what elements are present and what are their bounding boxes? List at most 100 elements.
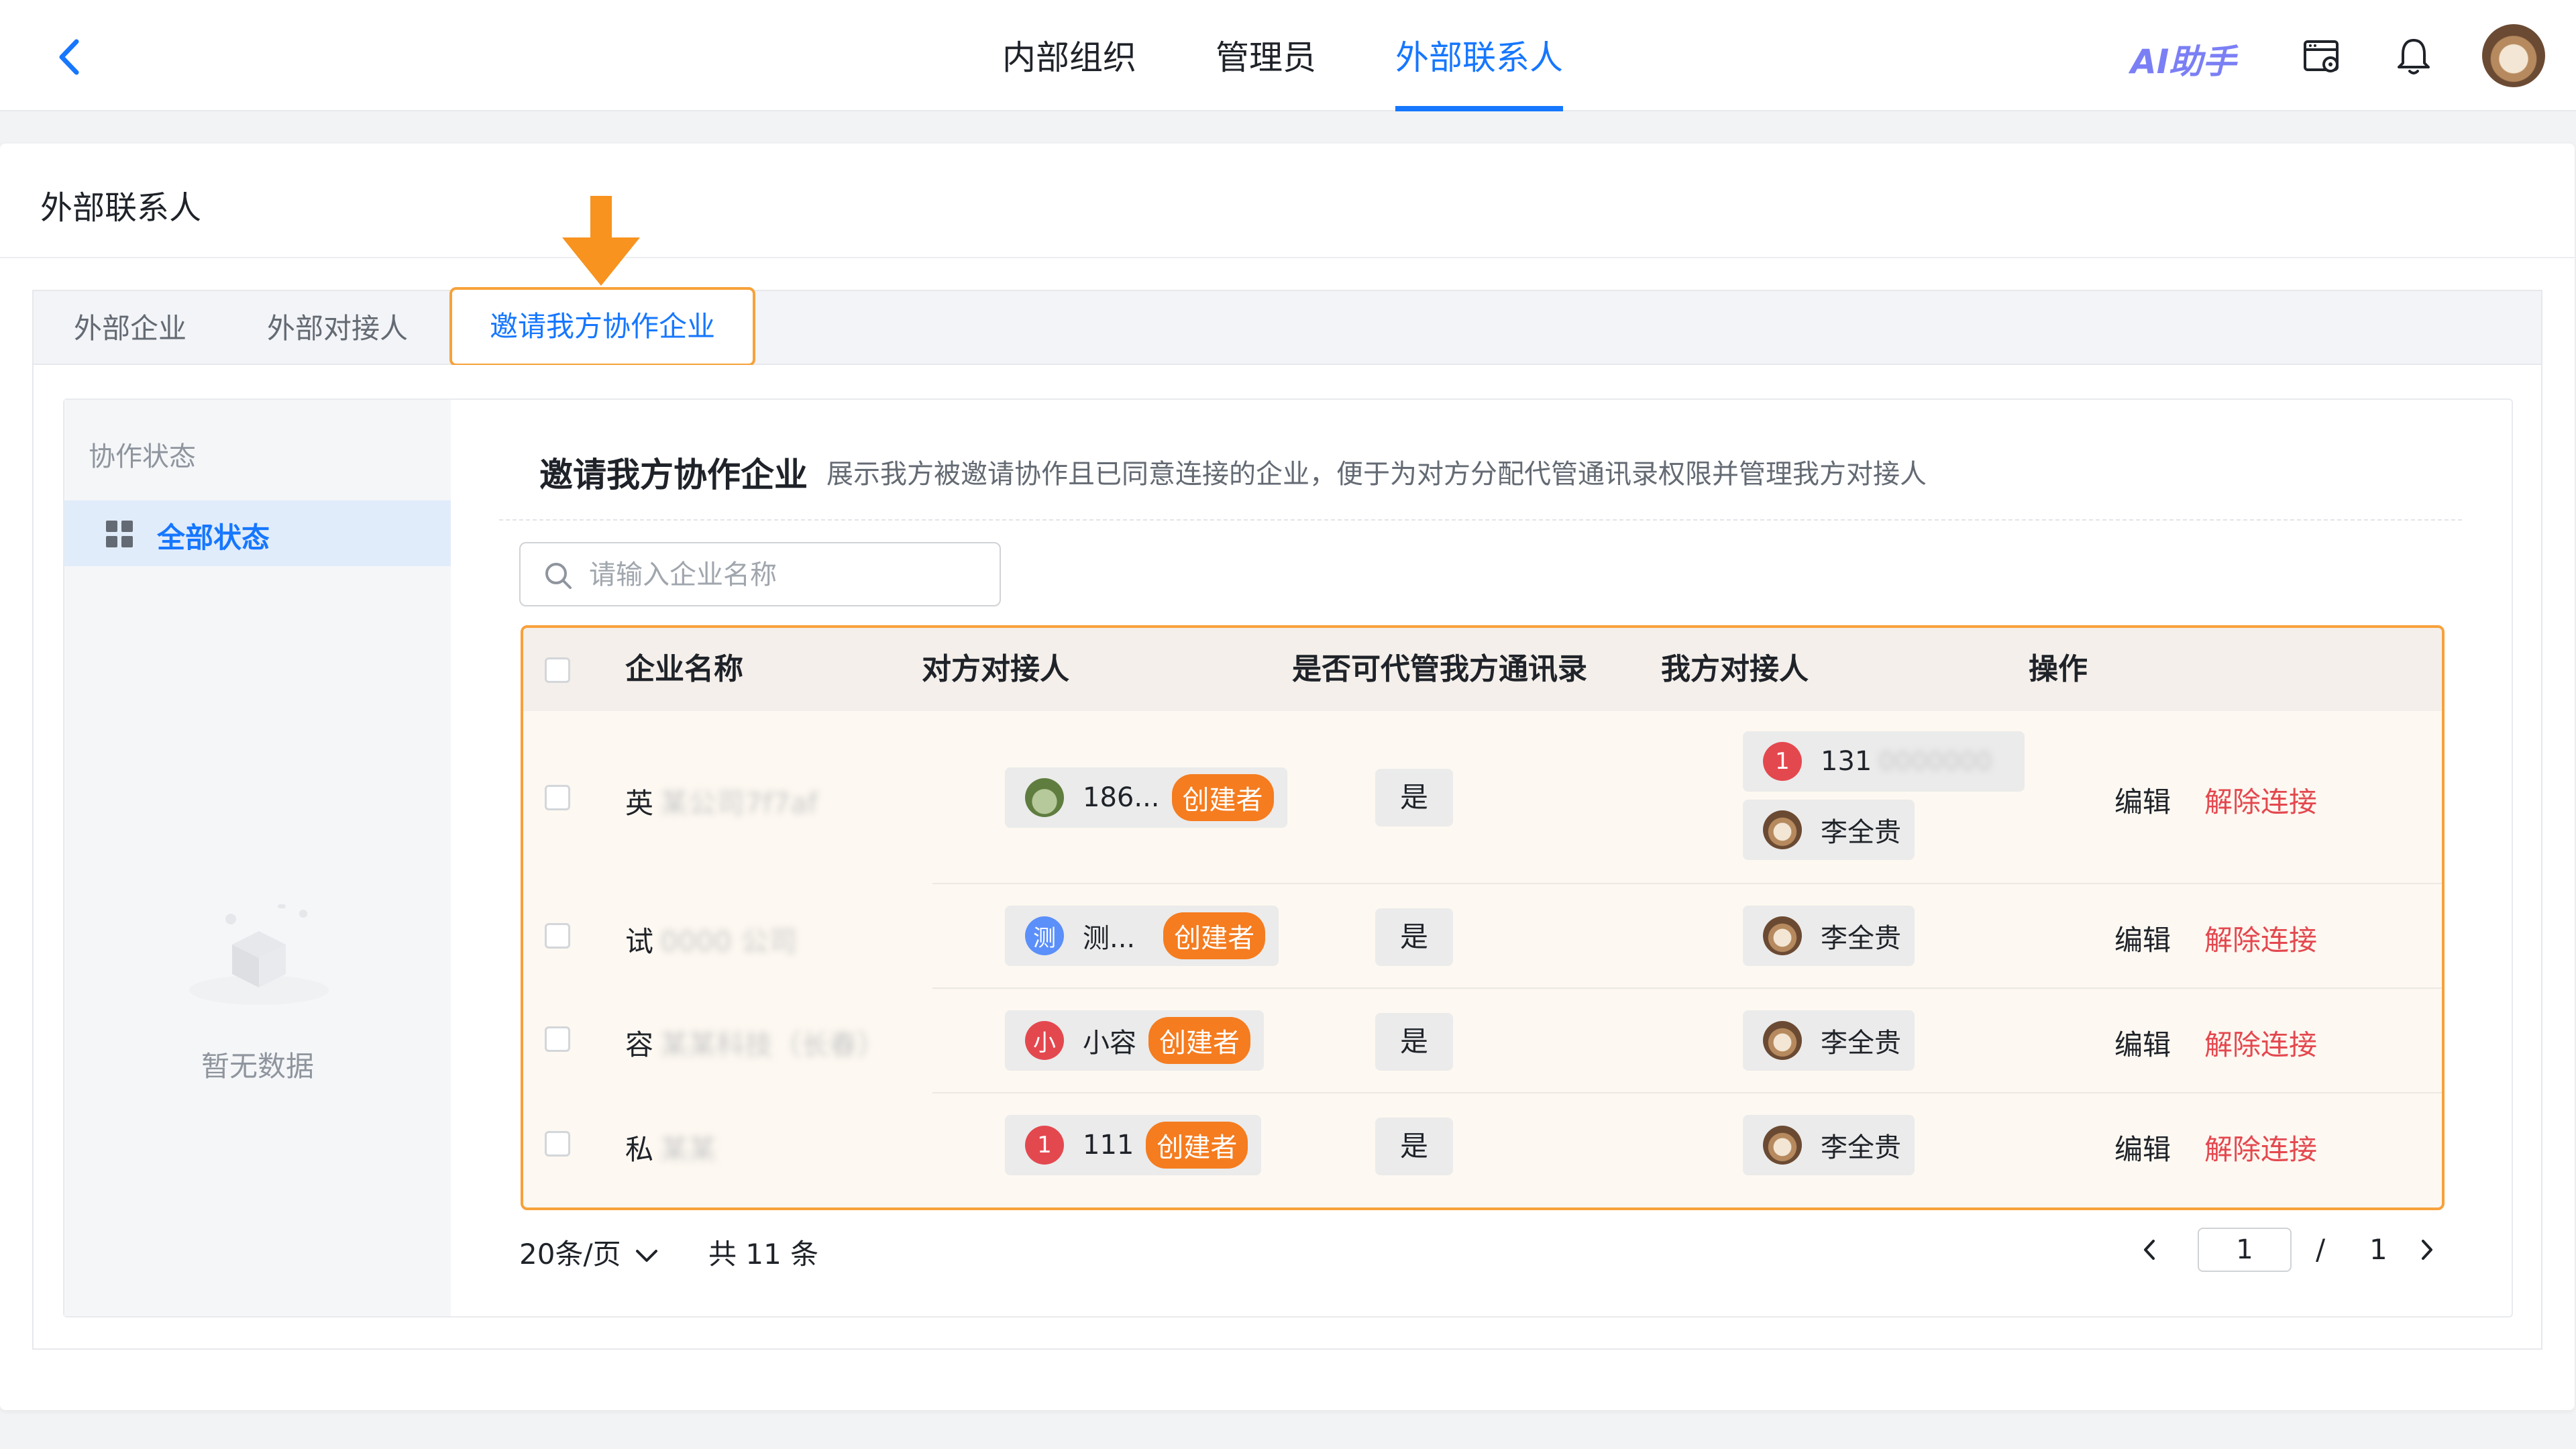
top-nav: 内部组织 管理员 外部联系人	[1002, 0, 1642, 111]
contact-avatar	[1025, 778, 1064, 817]
their-contact-chip: 测 测... 创建者	[1005, 906, 1279, 966]
page-title: 外部联系人	[40, 189, 202, 227]
row-checkbox[interactable]	[545, 923, 570, 949]
table-row: 容某某科技（长春） 小 小容 创建者 是 李全贵 编辑 解除连接	[523, 989, 2442, 1093]
company-name: 私某某	[625, 1133, 717, 1166]
creator-badge: 创建者	[1148, 1017, 1250, 1064]
total-pages: 1	[2369, 1233, 2387, 1266]
column-header-actions: 操作	[2029, 652, 2088, 686]
can-manage-value: 是	[1375, 1013, 1453, 1071]
contact-name: 111	[1083, 1130, 1134, 1161]
page-separator: /	[2316, 1233, 2326, 1266]
nav-internal-org[interactable]: 内部组织	[1002, 0, 1136, 111]
total-count: 共 11 条	[708, 1238, 819, 1271]
our-contact-chip: 1 131 0000000	[1743, 731, 2025, 792]
table-header: 企业名称 对方对接人 是否可代管我方通讯录 我方对接人 操作	[523, 628, 2442, 711]
contact-name: 李全贵	[1821, 1028, 1901, 1059]
back-arrow-icon[interactable]	[47, 34, 94, 80]
sidebar-group-label: 协作状态	[89, 441, 196, 472]
creator-badge: 创建者	[1163, 912, 1266, 959]
their-contact-chip: 1 111 创建者	[1005, 1115, 1262, 1175]
can-manage-value: 是	[1375, 908, 1453, 966]
contact-name: 测...	[1083, 923, 1136, 954]
column-header-company: 企业名称	[625, 652, 743, 686]
bell-icon[interactable]	[2391, 34, 2436, 79]
edit-link[interactable]: 编辑	[2114, 1022, 2171, 1063]
ai-assistant-button[interactable]: AI助手	[2131, 35, 2236, 83]
prev-page-icon[interactable]	[2137, 1233, 2161, 1267]
nav-external-contacts[interactable]: 外部联系人	[1395, 0, 1563, 111]
company-name: 试 0000 公司	[625, 925, 798, 958]
grid-icon	[106, 521, 133, 547]
top-bar: 内部组织 管理员 外部联系人 AI助手	[0, 0, 2576, 111]
empty-state-text: 暂无数据	[201, 1050, 314, 1083]
tabs-bar: 外部企业 外部对接人 邀请我方协作企业	[32, 287, 2542, 366]
row-checkbox[interactable]	[545, 1026, 570, 1052]
contact-name: 小容	[1083, 1028, 1136, 1059]
contact-name: 186...	[1083, 782, 1160, 813]
creator-badge: 创建者	[1146, 1122, 1248, 1169]
search-icon	[543, 561, 573, 590]
our-contact-chip: 李全贵	[1743, 800, 1915, 860]
chevron-down-icon	[635, 1249, 657, 1262]
unlink-link[interactable]: 解除连接	[2204, 1022, 2317, 1063]
contact-avatar	[1763, 1126, 1802, 1165]
empty-box-icon	[178, 890, 339, 1010]
divider	[0, 257, 2575, 258]
contact-avatar: 1	[1025, 1126, 1064, 1165]
table-row: 试 0000 公司 测 测... 创建者 是 李全贵 编辑 解除连接	[523, 884, 2442, 989]
select-all-checkbox[interactable]	[545, 657, 570, 683]
our-contact-chip: 李全贵	[1743, 1115, 1915, 1175]
our-contact-chip: 李全贵	[1743, 1010, 1915, 1071]
search-input[interactable]	[588, 543, 986, 606]
tab-external-companies[interactable]: 外部企业	[74, 291, 186, 366]
contact-avatar	[1763, 1021, 1802, 1060]
divider	[499, 519, 2462, 521]
section-description: 展示我方被邀请协作且已同意连接的企业，便于为对方分配代管通讯录权限并管理我方对接…	[826, 459, 1927, 490]
edit-link[interactable]: 编辑	[2114, 918, 2171, 959]
table-row: 英某公司7f7af 186... 创建者 是 1 131 0000000 李全贵…	[523, 711, 2442, 884]
contact-name: 131	[1821, 746, 1872, 777]
tab-invited-companies[interactable]: 邀请我方协作企业	[449, 287, 756, 366]
search-box	[519, 542, 1001, 606]
page-size-select[interactable]: 20条/页	[519, 1232, 659, 1273]
unlink-link[interactable]: 解除连接	[2204, 918, 2317, 959]
page-size-label: 20条/页	[519, 1238, 621, 1271]
column-header-their-contact: 对方对接人	[922, 652, 1069, 686]
page-number-input[interactable]	[2198, 1228, 2292, 1272]
next-page-icon[interactable]	[2415, 1233, 2439, 1267]
contact-name: 李全贵	[1821, 817, 1901, 848]
sidebar-item-label: 全部状态	[157, 521, 270, 554]
column-header-our-contact: 我方对接人	[1661, 652, 1809, 686]
sidebar-item-all-status[interactable]: 全部状态	[64, 500, 451, 566]
unlink-link[interactable]: 解除连接	[2204, 780, 2317, 820]
column-header-can-manage: 是否可代管我方通讯录	[1292, 652, 1587, 686]
can-manage-value: 是	[1375, 1118, 1453, 1175]
contact-avatar	[1763, 916, 1802, 955]
contact-avatar: 小	[1025, 1021, 1064, 1060]
admin-console-icon[interactable]	[2300, 34, 2345, 79]
row-checkbox[interactable]	[545, 785, 570, 810]
row-checkbox[interactable]	[545, 1131, 570, 1157]
contact-avatar: 1	[1763, 742, 1802, 781]
contact-avatar	[1763, 810, 1802, 849]
their-contact-chip: 186... 创建者	[1005, 767, 1287, 828]
edit-link[interactable]: 编辑	[2114, 1127, 2171, 1168]
company-name: 英某公司7f7af	[625, 787, 818, 820]
our-contact-chip: 李全贵	[1743, 906, 1915, 966]
can-manage-value: 是	[1375, 769, 1453, 826]
their-contact-chip: 小 小容 创建者	[1005, 1010, 1264, 1071]
table-row: 私某某 1 111 创建者 是 李全贵 编辑 解除连接	[523, 1093, 2442, 1198]
company-table: 企业名称 对方对接人 是否可代管我方通讯录 我方对接人 操作 英某公司7f7af…	[521, 625, 2445, 1210]
company-name: 容某某科技（长春）	[625, 1028, 886, 1061]
arrow-down-icon	[562, 196, 640, 286]
nav-admins[interactable]: 管理员	[1216, 0, 1316, 111]
contact-name: 李全贵	[1821, 1132, 1901, 1163]
tab-external-contacts[interactable]: 外部对接人	[267, 291, 408, 366]
status-sidebar: 协作状态 全部状态 暂无数据	[64, 400, 451, 1316]
edit-link[interactable]: 编辑	[2114, 780, 2171, 820]
user-avatar[interactable]	[2482, 24, 2545, 87]
unlink-link[interactable]: 解除连接	[2204, 1127, 2317, 1168]
contact-name: 李全贵	[1821, 923, 1901, 954]
section-title: 邀请我方协作企业	[539, 455, 808, 494]
